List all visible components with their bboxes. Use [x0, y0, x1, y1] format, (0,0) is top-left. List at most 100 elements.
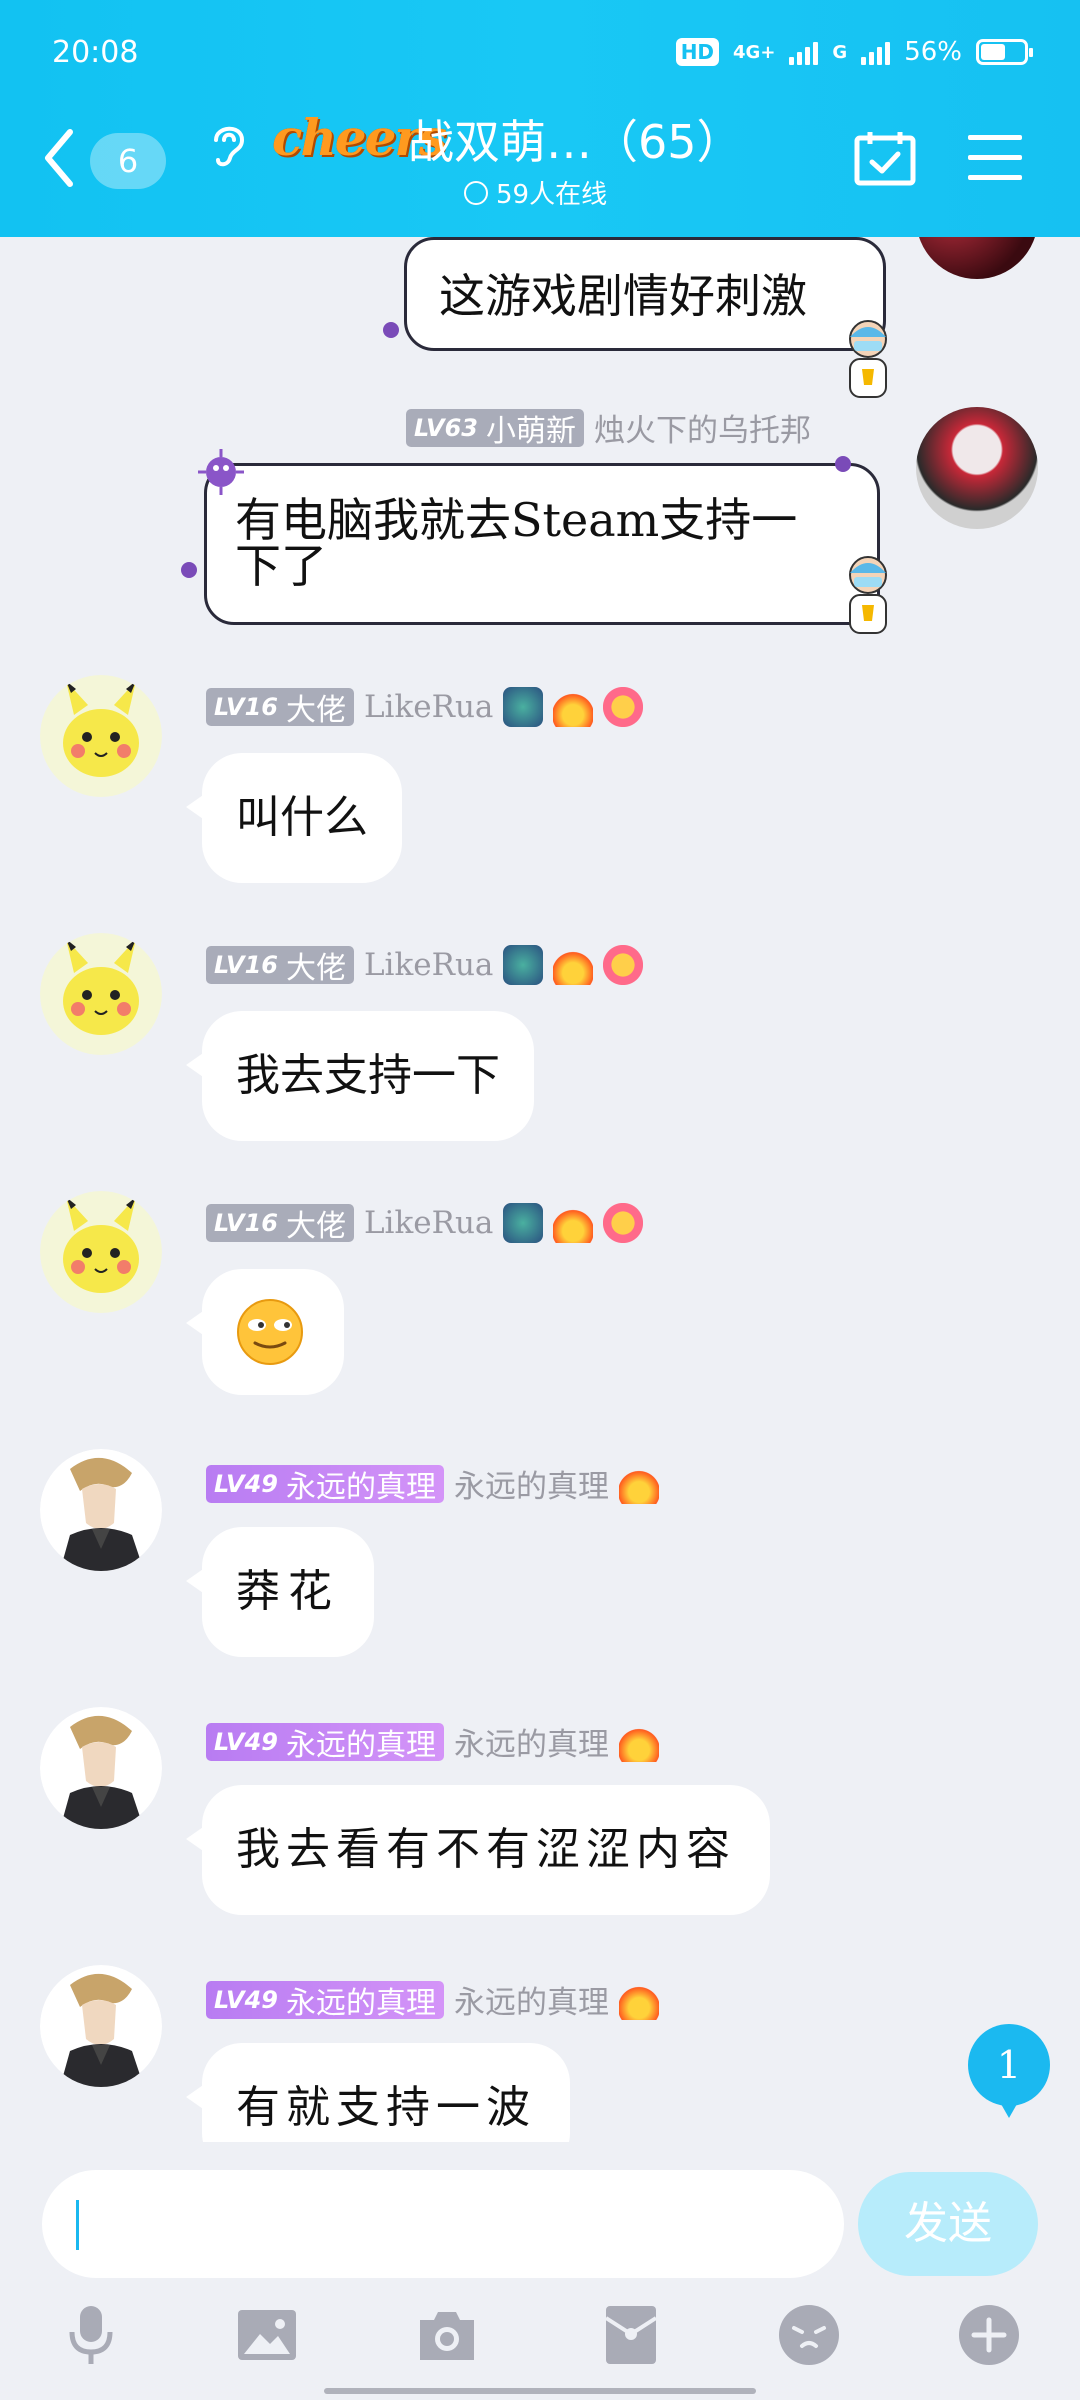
sender-meta: LV16 大佬 LikeRua	[206, 945, 644, 986]
avatar[interactable]	[40, 675, 162, 797]
chat-message: LV49 永远的真理 永远的真理 有就支持一波	[0, 1965, 1080, 2142]
fire-badge-icon	[618, 1979, 659, 2020]
message-bubble[interactable]: 我去支持一下	[186, 1011, 534, 1141]
message-bubble[interactable]: 叫什么	[186, 753, 402, 883]
message-text-cont: 下了	[235, 539, 327, 593]
input-toolbar	[0, 2304, 1080, 2366]
message-bubble[interactable]: 莽花	[186, 1527, 374, 1657]
send-button[interactable]: 发送	[858, 2172, 1038, 2276]
unread-count-badge[interactable]: 6	[90, 133, 166, 189]
flower-badge-icon	[603, 945, 644, 985]
message-text: 我去看有不有涩涩内容	[236, 1824, 736, 1875]
fire-badge-icon	[553, 945, 594, 985]
chat-message: LV63 小萌新 烛火下的乌托邦 有电脑我就去Steam支持一 下了	[0, 387, 1080, 634]
plus-icon[interactable]	[958, 2304, 1020, 2366]
battery-icon	[976, 39, 1033, 65]
avatar[interactable]	[40, 1449, 162, 1571]
dragon-badge-icon	[503, 945, 544, 985]
level-tag: LV16 大佬	[206, 688, 354, 728]
dragon-badge-icon	[503, 687, 544, 727]
doctor-sticker-icon	[849, 556, 887, 634]
avatar[interactable]	[40, 1191, 162, 1313]
message-text: 有就支持一波	[236, 2082, 536, 2133]
emoji-face-icon[interactable]	[778, 2304, 840, 2366]
composer: 发送	[0, 2142, 1080, 2400]
group-title[interactable]: 战双萌…（65）	[408, 106, 743, 172]
text-caret	[76, 2200, 79, 2250]
signal-icon-2	[861, 39, 891, 65]
virus-icon	[181, 562, 197, 578]
signal-icon	[789, 39, 819, 65]
fire-badge-icon	[618, 1721, 659, 1762]
network-label-2: G	[832, 41, 848, 63]
chat-message: 这游戏剧情好刺激	[0, 237, 1080, 398]
message-text: 我去支持一下	[236, 1050, 500, 1101]
virus-icon	[835, 456, 851, 472]
sender-meta: LV49 永远的真理 永远的真理	[206, 1719, 659, 1764]
message-bubble[interactable]: 有电脑我就去Steam支持一 下了	[204, 463, 880, 625]
chat-message: LV49 永远的真理 永远的真理 莽花	[0, 1449, 1080, 1689]
level-tag: LV16 大佬	[206, 946, 354, 986]
chevron-down-icon	[464, 180, 488, 205]
online-count-text: 59人在线	[496, 180, 608, 210]
avatar[interactable]	[40, 933, 162, 1055]
fire-badge-icon	[553, 687, 594, 727]
message-bubble[interactable]: 有就支持一波	[186, 2043, 570, 2142]
message-input[interactable]	[42, 2170, 844, 2278]
battery-percent: 56%	[904, 37, 962, 67]
network-label: 4G+	[733, 41, 776, 63]
back-arrow-icon[interactable]	[44, 128, 74, 188]
chat-list[interactable]: 这游戏剧情好刺激 LV63 小萌新 烛火下的乌托邦 有电脑我就去Steam支持一 …	[0, 237, 1080, 2142]
sender-name[interactable]: LikeRua	[364, 947, 493, 983]
sender-meta: LV49 永远的真理 永远的真理	[206, 1461, 659, 1506]
clock: 20:08	[52, 34, 139, 70]
ear-icon[interactable]	[208, 120, 248, 168]
avatar[interactable]	[40, 1707, 162, 1829]
sender-name[interactable]: LikeRua	[364, 689, 493, 725]
sender-name[interactable]: 烛火下的乌托邦	[594, 405, 811, 450]
message-bubble[interactable]: 这游戏剧情好刺激	[404, 237, 886, 351]
message-text: 有电脑我就去Steam支持一	[235, 493, 798, 547]
flower-badge-icon	[603, 687, 644, 727]
sender-name[interactable]: 永远的真理	[454, 1719, 609, 1764]
image-icon[interactable]	[236, 2304, 298, 2366]
message-bubble[interactable]: 我去看有不有涩涩内容	[186, 1785, 770, 1915]
sender-name[interactable]: 永远的真理	[454, 1977, 609, 2022]
virus-icon	[383, 322, 399, 338]
level-tag: LV49 永远的真理	[206, 1980, 444, 2021]
chat-message: LV16 大佬 LikeRua	[0, 1191, 1080, 1431]
message-text: 莽花	[236, 1566, 340, 1617]
sender-meta: LV49 永远的真理 永远的真理	[206, 1977, 659, 2022]
hd-icon: HD	[675, 38, 720, 66]
calendar-check-icon[interactable]	[854, 130, 916, 186]
smirk-emoji-icon	[237, 1299, 303, 1365]
chat-header: 20:08 HD 4G+ G 56% 6 cheers 战双萌…（65） 59人…	[0, 0, 1080, 237]
avatar[interactable]	[916, 237, 1038, 279]
chat-message: LV16 大佬 LikeRua 叫什么	[0, 675, 1080, 915]
online-count[interactable]: 59人在线	[464, 174, 607, 211]
sender-meta: LV63 小萌新 烛火下的乌托邦	[406, 405, 811, 450]
level-tag: LV16 大佬	[206, 1204, 354, 1244]
level-tag: LV49 永远的真理	[206, 1464, 444, 1505]
red-packet-icon[interactable]	[600, 2304, 662, 2366]
chat-message: LV16 大佬 LikeRua 我去支持一下	[0, 933, 1080, 1173]
avatar[interactable]	[916, 407, 1038, 529]
sender-name[interactable]: 永远的真理	[454, 1461, 609, 1506]
camera-icon[interactable]	[416, 2304, 478, 2366]
microphone-icon[interactable]	[60, 2304, 122, 2366]
level-tag: LV63 小萌新	[406, 408, 584, 449]
new-message-badge[interactable]: 1	[968, 2024, 1050, 2118]
chat-message: LV49 永远的真理 永远的真理 我去看有不有涩涩内容	[0, 1707, 1080, 1947]
avatar[interactable]	[40, 1965, 162, 2087]
dragon-badge-icon	[503, 1203, 544, 1243]
fire-badge-icon	[618, 1463, 659, 1504]
menu-icon[interactable]	[968, 135, 1022, 181]
fire-badge-icon	[553, 1203, 594, 1243]
level-tag: LV49 永远的真理	[206, 1722, 444, 1763]
message-text: 这游戏剧情好刺激	[439, 269, 807, 323]
sender-name[interactable]: LikeRua	[364, 1205, 493, 1241]
virus-icon	[198, 449, 244, 495]
message-text: 叫什么	[236, 792, 368, 843]
message-bubble[interactable]	[186, 1269, 344, 1395]
home-indicator[interactable]	[324, 2388, 756, 2394]
